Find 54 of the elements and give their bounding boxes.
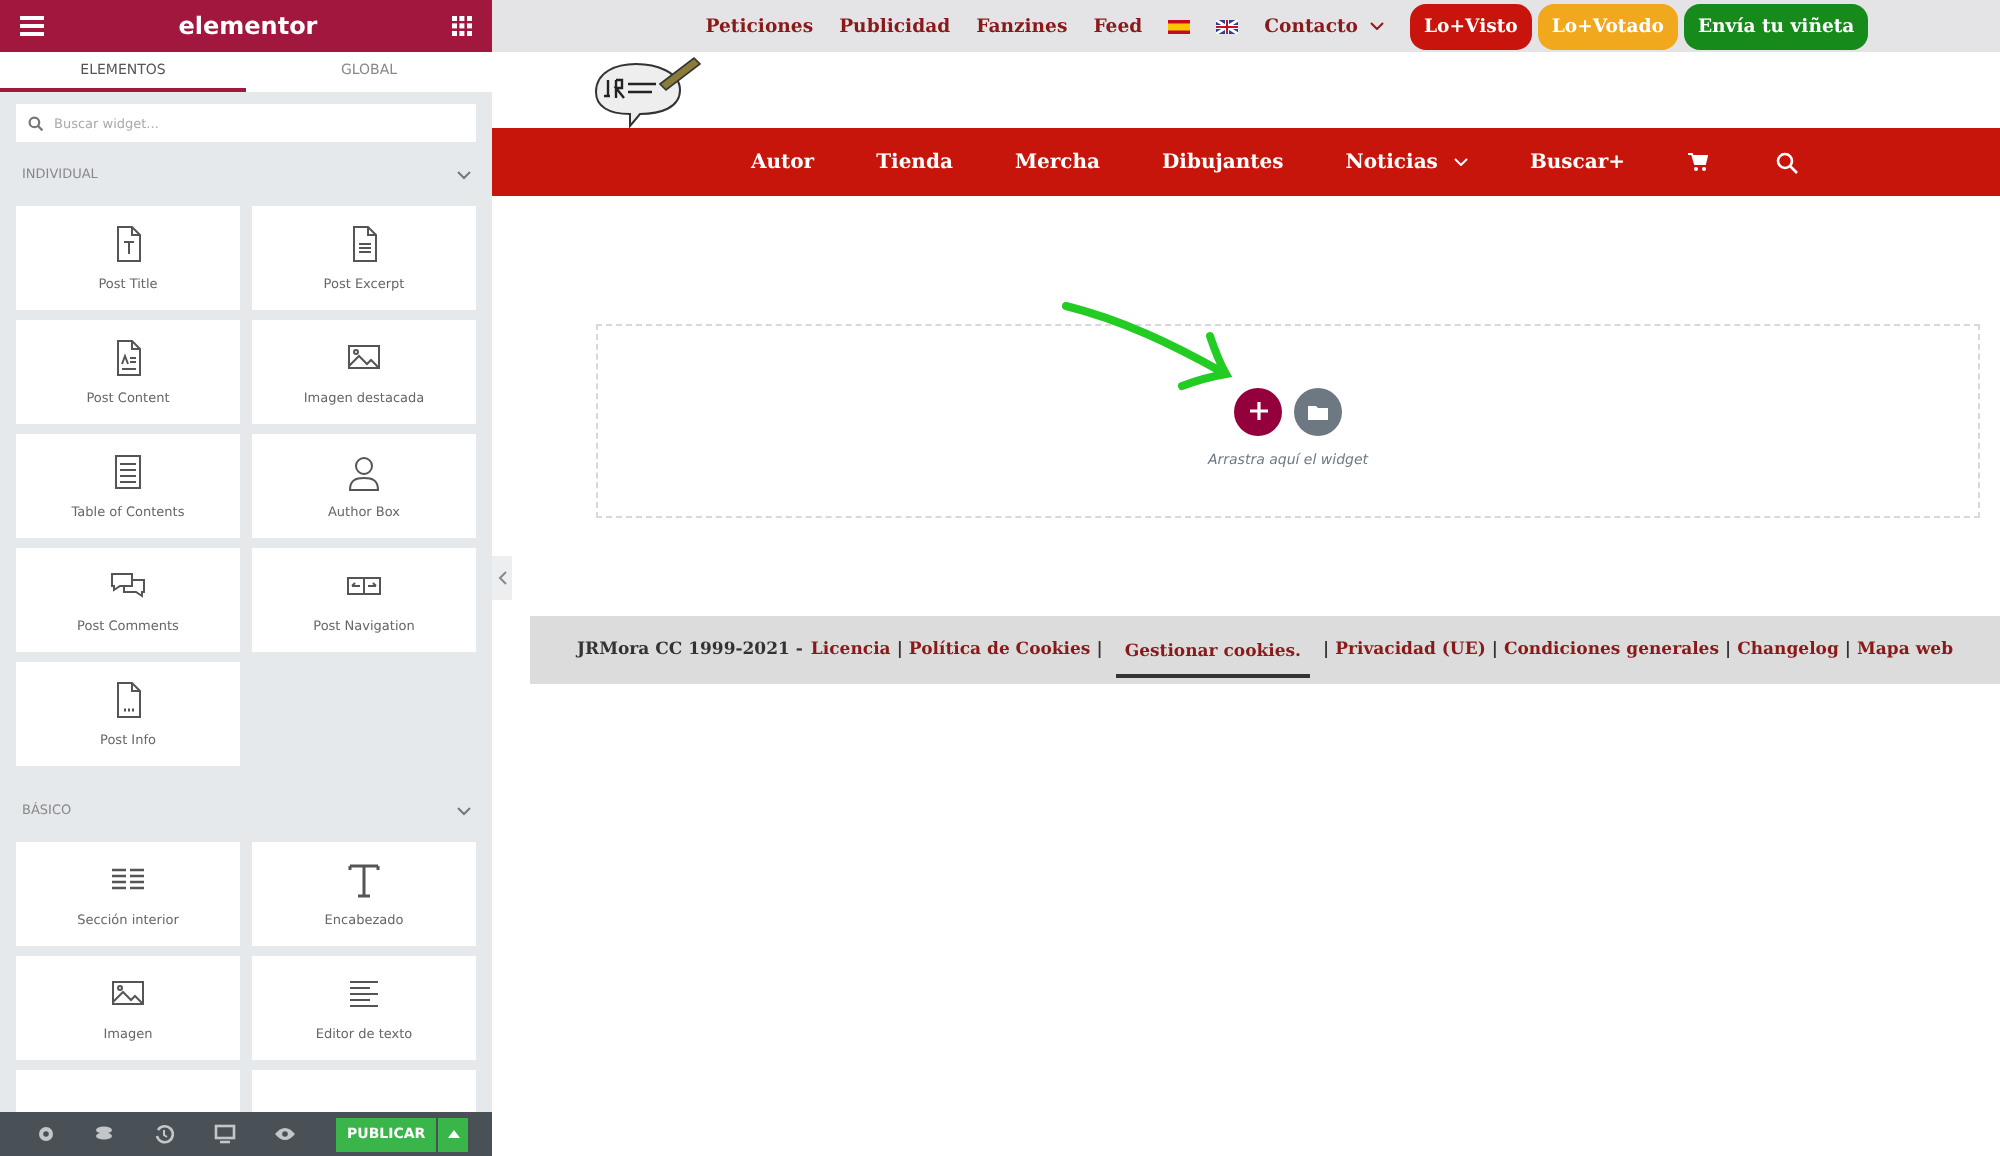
spain-flag-icon[interactable] bbox=[1168, 19, 1191, 33]
footer-link[interactable]: Changelog bbox=[1737, 640, 1839, 660]
settings-icon[interactable] bbox=[35, 1124, 56, 1144]
footer-link[interactable]: Condiciones generales bbox=[1503, 640, 1719, 660]
history-icon[interactable] bbox=[154, 1124, 175, 1144]
menu-icon[interactable] bbox=[20, 16, 44, 36]
top-link[interactable]: Contacto bbox=[1264, 15, 1384, 37]
footer-link[interactable]: Mapa web bbox=[1857, 640, 1954, 660]
footer-link[interactable]: Política de Cookies bbox=[908, 640, 1091, 660]
cookie-settings-button[interactable]: Gestionar cookies. bbox=[1116, 634, 1310, 678]
top-link[interactable]: Fanzines bbox=[976, 15, 1068, 37]
nav-link[interactable]: Mercha bbox=[1014, 151, 1100, 173]
separator-text: | bbox=[1491, 640, 1498, 660]
top-link[interactable]: Feed bbox=[1093, 15, 1143, 37]
separator-text: | bbox=[1096, 640, 1103, 660]
lines-icon bbox=[110, 452, 146, 492]
separator-text: | bbox=[1844, 640, 1852, 660]
chevron-icon bbox=[1453, 158, 1468, 166]
caret-icon bbox=[447, 1130, 460, 1138]
nav-link[interactable]: Autor bbox=[750, 151, 815, 173]
plus-icon bbox=[1249, 402, 1267, 420]
collapse-handle[interactable] bbox=[492, 556, 512, 600]
add-section-button[interactable] bbox=[1234, 387, 1282, 435]
separator-text: | bbox=[1323, 640, 1330, 660]
chevron-icon bbox=[1370, 22, 1384, 30]
desktop-icon[interactable] bbox=[213, 1124, 236, 1144]
letter-t-icon bbox=[346, 860, 382, 900]
cart-icon[interactable] bbox=[1687, 152, 1708, 172]
uk-flag-icon[interactable] bbox=[1216, 19, 1239, 33]
apps-grid-icon[interactable] bbox=[451, 16, 472, 36]
top-link[interactable]: Publicidad bbox=[839, 15, 951, 37]
pill-button[interactable]: Envía tu viñeta bbox=[1683, 3, 1869, 49]
separator-text: | bbox=[896, 640, 903, 660]
separator-text: | bbox=[1725, 640, 1732, 660]
nav-link[interactable]: Tienda bbox=[876, 151, 953, 173]
pill-button[interactable]: Lo+Visto bbox=[1410, 3, 1532, 49]
chevron-icon[interactable] bbox=[456, 805, 472, 815]
footer-link[interactable]: Privacidad (UE) bbox=[1335, 640, 1486, 660]
eye-icon[interactable] bbox=[274, 1126, 297, 1142]
search-icon[interactable] bbox=[1775, 151, 1798, 173]
nav-link[interactable]: Dibujantes bbox=[1161, 151, 1284, 173]
person-icon bbox=[346, 452, 382, 492]
add-template-button[interactable] bbox=[1294, 387, 1342, 435]
panel-title: elementor bbox=[178, 12, 318, 40]
copyright-text: JRMora CC 1999-2021 - bbox=[576, 640, 803, 660]
footer-link[interactable]: Licencia bbox=[810, 640, 891, 660]
publish-options-button[interactable] bbox=[438, 1117, 469, 1151]
folder-icon bbox=[1308, 403, 1328, 419]
chevron-icon[interactable] bbox=[456, 169, 472, 179]
layers-icon[interactable] bbox=[94, 1124, 115, 1144]
top-link[interactable]: Peticiones bbox=[705, 15, 814, 37]
search-icon bbox=[28, 115, 44, 131]
nav-link[interactable]: Buscar+ bbox=[1529, 151, 1626, 173]
nav-link[interactable]: Noticias bbox=[1345, 151, 1468, 173]
